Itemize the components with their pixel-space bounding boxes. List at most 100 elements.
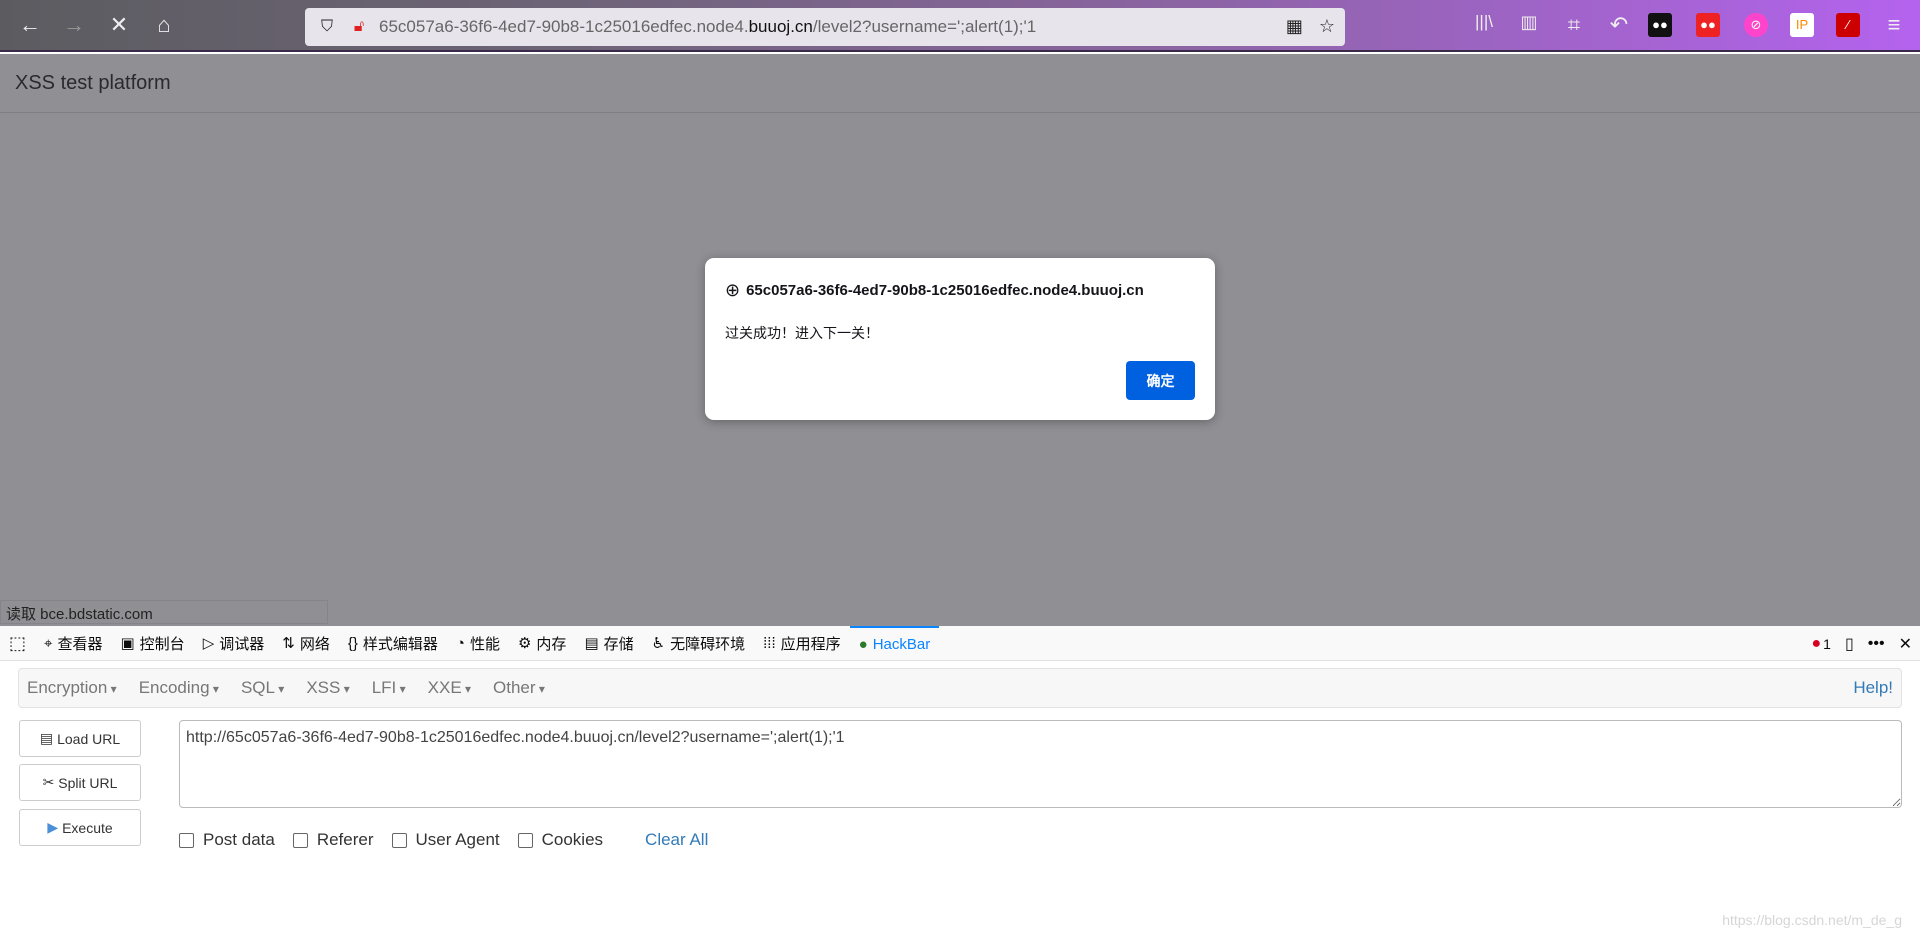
load-url-button[interactable]: ▤ Load URL: [19, 720, 141, 757]
load-icon: ▤: [39, 730, 54, 746]
network-icon: ⇅: [282, 635, 295, 652]
qr-code-icon[interactable]: ▦: [1286, 16, 1303, 37]
menu-label: Encoding: [138, 678, 210, 697]
tab-debugger[interactable]: ▷ 调试器: [194, 626, 274, 661]
menu-xss[interactable]: XSS ▾: [306, 678, 349, 698]
menu-xxe[interactable]: XXE ▾: [428, 678, 471, 698]
tab-label: HackBar: [872, 635, 931, 653]
url-prefix: 65c057a6-36f6-4ed7-90b8-1c25016edfec.nod…: [379, 17, 749, 36]
menu-label: XSS: [306, 678, 341, 697]
tab-label: 无障碍环境: [670, 635, 746, 653]
tab-label: 内存: [536, 635, 567, 653]
tab-label: 应用程序: [780, 635, 841, 653]
hackbar-icon: ●: [858, 635, 868, 653]
tab-accessibility[interactable]: ♿ 无障碍环境: [643, 626, 754, 661]
tab-application[interactable]: ⁞⁞⁞ 应用程序: [754, 626, 850, 661]
insecure-lock-icon[interactable]: 🔓︎: [347, 18, 371, 36]
url-suffix: /level2?username=';alert(1);'1: [812, 17, 1037, 36]
tab-network[interactable]: ⇅ 网络: [273, 626, 339, 661]
tab-style-editor[interactable]: {} 样式编辑器: [339, 626, 447, 661]
element-picker-icon[interactable]: ⬚: [0, 626, 35, 661]
execute-label: Execute: [62, 819, 113, 836]
more-options-icon[interactable]: •••: [1868, 635, 1885, 653]
option-label: Referer: [316, 830, 374, 849]
responsive-design-icon[interactable]: ▯: [1845, 634, 1854, 654]
shield-icon[interactable]: ⛉: [315, 18, 339, 36]
tab-label: 样式编辑器: [362, 635, 438, 653]
back-icon[interactable]: ←: [16, 12, 44, 38]
checkbox[interactable]: [517, 832, 533, 848]
url-bar[interactable]: ⛉ 🔓︎ 65c057a6-36f6-4ed7-90b8-1c25016edfe…: [305, 8, 1345, 46]
scissors-icon: ✂: [42, 774, 55, 790]
menu-label: SQL: [240, 678, 275, 697]
tab-console[interactable]: ▣ 控制台: [111, 626, 193, 661]
checkbox[interactable]: [292, 832, 308, 848]
option-cookies[interactable]: Cookies: [517, 830, 604, 850]
sidebar-icon[interactable]: ▥: [1515, 12, 1543, 33]
extension-icon[interactable]: ●●: [1696, 13, 1720, 37]
url-domain: buuoj.cn: [748, 17, 813, 36]
menu-encryption[interactable]: Encryption ▾: [27, 678, 117, 698]
storage-icon: ▤: [584, 635, 599, 652]
split-url-button[interactable]: ✂ Split URL: [19, 764, 141, 801]
tab-inspector[interactable]: ⌖ 查看器: [35, 626, 111, 661]
devtools-tabs: ⬚ ⌖ 查看器 ▣ 控制台 ▷ 调试器 ⇅ 网络{} 样式编辑器 ◔ 性能 ⚙ 内存 ▤ 存储 ♿ 无障碍环境 ⁞…: [0, 625, 1920, 661]
undo-icon[interactable]: ↶: [1605, 12, 1633, 38]
home-icon[interactable]: ⌂: [150, 12, 178, 38]
ip-extension-icon[interactable]: IP: [1790, 13, 1814, 37]
menu-label: LFI: [371, 678, 397, 697]
bookmark-star-icon[interactable]: ☆: [1319, 16, 1335, 37]
split-url-label: Split URL: [58, 774, 118, 791]
library-icon[interactable]: |||\: [1470, 12, 1498, 32]
error-icon[interactable]: ●: [1812, 635, 1822, 653]
globe-icon: ⊕: [725, 280, 741, 300]
caret-down-icon: ▾: [107, 682, 117, 696]
checkbox[interactable]: [179, 832, 194, 848]
tab-hackbar[interactable]: ● HackBar: [849, 625, 940, 661]
option-post-data[interactable]: Post data: [179, 830, 275, 850]
caret-down-icon: ▾: [274, 682, 285, 696]
divider: [0, 112, 1920, 113]
option-referer[interactable]: Referer: [292, 830, 374, 850]
forward-icon[interactable]: →: [60, 12, 88, 38]
close-icon[interactable]: ✕: [1899, 634, 1912, 654]
block-extension-icon[interactable]: ⊘: [1744, 13, 1768, 37]
help-link[interactable]: Help!: [1853, 678, 1893, 698]
play-icon: ▶: [47, 819, 59, 835]
option-label: Cookies: [541, 830, 604, 849]
url-text: 65c057a6-36f6-4ed7-90b8-1c25016edfec.nod…: [379, 17, 1036, 37]
tab-label: 控制台: [139, 635, 185, 653]
clear-all-link[interactable]: Clear All: [645, 830, 708, 850]
devtools-panel: ⬚ ⌖ 查看器 ▣ 控制台 ▷ 调试器 ⇅ 网络{} 样式编辑器 ◔ 性能 ⚙ 内存 ▤ 存储 ♿ 无障碍环境 ⁞…: [0, 625, 1920, 936]
menu-label: Other: [493, 678, 536, 697]
tab-storage[interactable]: ▤ 存储: [575, 626, 642, 661]
console-icon: ▣: [120, 635, 135, 652]
wand-extension-icon[interactable]: ⁄: [1836, 13, 1860, 37]
menu-lfi[interactable]: LFI ▾: [372, 678, 406, 698]
tab-label: 调试器: [219, 635, 265, 653]
menu-encoding[interactable]: Encoding ▾: [139, 678, 219, 698]
execute-button[interactable]: ▶ Execute: [19, 809, 141, 846]
option-user-agent[interactable]: User Agent: [391, 830, 500, 850]
menu-sql[interactable]: SQL ▾: [241, 678, 284, 698]
error-count[interactable]: 1: [1823, 636, 1831, 652]
crop-icon[interactable]: ⌗: [1560, 12, 1588, 38]
debugger-icon: ▷: [202, 635, 215, 652]
tab-memory[interactable]: ⚙ 内存: [509, 626, 575, 661]
menu-icon[interactable]: ≡: [1880, 12, 1908, 38]
extension-icon[interactable]: ●●: [1648, 13, 1672, 37]
inspector-icon: ⌖: [44, 634, 53, 652]
url-textarea[interactable]: http://65c057a6-36f6-4ed7-90b8-1c25016ed…: [179, 720, 1902, 808]
dialog-host: 65c057a6-36f6-4ed7-90b8-1c25016edfec.nod…: [746, 282, 1144, 299]
stop-icon[interactable]: ✕: [105, 12, 133, 38]
caret-down-icon: ▾: [461, 682, 472, 696]
browser-toolbar: ← → ✕ ⌂ ⛉ 🔓︎ 65c057a6-36f6-4ed7-90b8-1c2…: [0, 0, 1920, 52]
page-title: XSS test platform: [15, 72, 171, 94]
tab-performance[interactable]: ◔ 性能: [447, 626, 509, 661]
menu-label: Encryption: [27, 678, 108, 697]
checkbox[interactable]: [391, 832, 407, 848]
caret-down-icon: ▾: [535, 682, 545, 696]
load-url-label: Load URL: [57, 730, 121, 747]
ok-button[interactable]: 确定: [1126, 361, 1195, 400]
menu-other[interactable]: Other ▾: [493, 678, 545, 698]
